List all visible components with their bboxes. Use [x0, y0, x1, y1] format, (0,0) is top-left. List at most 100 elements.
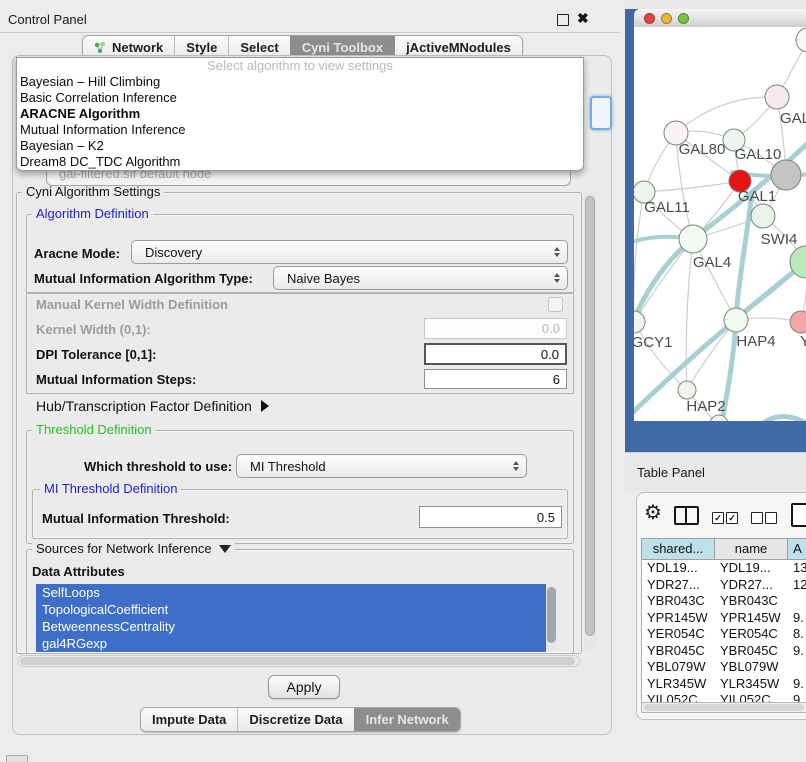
- algorithm-option-bayesian-hill-climbing[interactable]: Bayesian – Hill Climbing: [17, 74, 583, 90]
- node-label-gal10: GAL10: [735, 146, 782, 163]
- cell-name: YLR345W: [715, 676, 788, 693]
- cell-name: YBL079W: [715, 659, 788, 676]
- tab-infer-network[interactable]: Infer Network: [354, 708, 460, 731]
- table-row[interactable]: YLR345WYLR345W9.: [642, 676, 806, 693]
- float-icon[interactable]: [557, 14, 569, 26]
- select-columns-icon[interactable]: ✓: [726, 512, 738, 524]
- tab-label: Cyni Toolbox: [302, 40, 383, 55]
- tab-impute-data[interactable]: Impute Data: [141, 708, 237, 731]
- tab-label: jActiveMNodules: [406, 40, 511, 55]
- attribute-item-topologicalcoefficient[interactable]: TopologicalCoefficient: [36, 601, 546, 618]
- minimize-traffic-icon[interactable]: [661, 13, 672, 24]
- desktop-strip: [625, 0, 806, 9]
- column-header-shared[interactable]: shared...: [642, 539, 715, 559]
- node-salmon[interactable]: [790, 311, 806, 333]
- which-threshold-value: MI Threshold: [250, 459, 326, 474]
- aracne-mode-select[interactable]: Discovery: [131, 240, 568, 264]
- cell-value: [788, 593, 806, 610]
- cell-shared: YDR27...: [642, 577, 715, 594]
- network-window-titlebar[interactable]: [634, 9, 806, 28]
- node-green-mid[interactable]: [751, 204, 775, 228]
- node-label-hap2: HAP2: [686, 398, 725, 415]
- table-row[interactable]: YDR27...YDR27...12: [642, 577, 806, 594]
- dpi-tolerance-field[interactable]: 0.0: [424, 343, 567, 365]
- apply-button-label: Apply: [286, 679, 321, 695]
- algorithm-dropdown[interactable]: Select algorithm to view settings Bayesi…: [16, 57, 584, 171]
- settings-horizontal-scrollbar[interactable]: [17, 655, 580, 667]
- cell-name: YBR043C: [715, 593, 788, 610]
- select-columns-icon[interactable]: ✓: [712, 512, 724, 524]
- cell-name: YIL052C: [715, 692, 788, 702]
- algorithm-option-aracne-algorithm[interactable]: ARACNE Algorithm: [17, 106, 583, 122]
- network-canvas[interactable]: GALGAL80GAL10GAL1GAL11SWI4GAL4GCY1HAP4YH…: [634, 27, 806, 421]
- mi-steps-field[interactable]: 6: [424, 369, 567, 389]
- table-row[interactable]: YPR145WYPR145W9.: [642, 610, 806, 627]
- sources-group-title[interactable]: Sources for Network Inference: [32, 542, 235, 556]
- mi-threshold-field[interactable]: 0.5: [419, 506, 562, 528]
- node-pink-upper[interactable]: [765, 85, 789, 109]
- node-top-partial[interactable]: [796, 28, 806, 52]
- settings-vertical-scrollbar-thumb[interactable]: [585, 196, 595, 636]
- close-traffic-icon[interactable]: [644, 13, 655, 24]
- node-gcy1[interactable]: [634, 311, 645, 333]
- algorithm-option-bayesian-k2[interactable]: Bayesian – K2: [17, 138, 583, 154]
- settings-vertical-scrollbar[interactable]: [584, 193, 596, 652]
- hub-section-toggle[interactable]: Hub/Transcription Factor Definition: [36, 398, 269, 414]
- cell-value: 13: [788, 560, 806, 577]
- tab-discretize-data[interactable]: Discretize Data: [237, 708, 353, 731]
- collapsed-panel-fragment[interactable]: [6, 755, 28, 762]
- algorithm-option-dream8-dc-tdc-algorithm[interactable]: Dream8 DC_TDC Algorithm: [17, 154, 583, 170]
- table-header: shared...nameA: [641, 538, 806, 560]
- node-label-gal80: GAL80: [679, 141, 726, 158]
- node-hap2[interactable]: [678, 381, 696, 399]
- column-header-a[interactable]: A: [788, 539, 806, 559]
- zoom-traffic-icon[interactable]: [678, 13, 689, 24]
- attribute-item-gal4rgexp[interactable]: gal4RGexp: [36, 635, 546, 652]
- column-header-name[interactable]: name: [715, 539, 788, 559]
- tab-label: Network: [112, 40, 163, 55]
- close-icon[interactable]: ✖: [577, 10, 589, 27]
- dpi-tolerance-value: 0.0: [541, 347, 559, 362]
- form-icon[interactable]: [791, 503, 806, 527]
- apply-button[interactable]: Apply: [268, 675, 340, 699]
- cell-value: 12: [788, 577, 806, 594]
- deselect-columns-icon[interactable]: [765, 512, 777, 524]
- data-attributes-list[interactable]: SelfLoopsTopologicalCoefficientBetweenne…: [36, 584, 546, 652]
- network-edge: [634, 322, 687, 390]
- table-row[interactable]: YIL052CYIL052C9: [642, 692, 806, 702]
- network-edge-highlighted: [758, 417, 806, 421]
- node-gal4[interactable]: [679, 225, 707, 253]
- algorithm-option-basic-correlation-inference[interactable]: Basic Correlation Inference: [17, 90, 583, 106]
- table-row[interactable]: YDL19...YDL19...13: [642, 560, 806, 577]
- which-threshold-select[interactable]: MI Threshold: [236, 454, 527, 478]
- cell-shared: YIL052C: [642, 692, 715, 702]
- app-root: Control Panel ✖ NetworkStyleSelectCyni T…: [0, 0, 806, 762]
- table-row[interactable]: YBR043CYBR043C: [642, 593, 806, 610]
- settings-horizontal-scrollbar-thumb[interactable]: [20, 657, 575, 665]
- mi-type-select[interactable]: Naive Bayes: [273, 266, 568, 290]
- manual-kernel-checkbox: [548, 297, 563, 312]
- table-horizontal-scrollbar-thumb[interactable]: [644, 704, 804, 711]
- spinner-icon: [554, 247, 560, 257]
- node-gray[interactable]: [771, 160, 801, 190]
- attributes-scrollbar-thumb[interactable]: [547, 587, 556, 643]
- split-column-icon[interactable]: [674, 506, 699, 525]
- table-row[interactable]: YBR045CYBR045C9.: [642, 643, 806, 660]
- attributes-scrollbar[interactable]: [546, 585, 557, 651]
- spinner-icon: [554, 273, 560, 283]
- algorithm-option-mutual-information-inference[interactable]: Mutual Information Inference: [17, 122, 583, 138]
- table-horizontal-scrollbar[interactable]: [641, 702, 806, 713]
- table-row[interactable]: YBL079WYBL079W: [642, 659, 806, 676]
- gear-icon[interactable]: ⚙: [644, 503, 662, 523]
- cell-value: 9: [788, 692, 806, 702]
- cell-shared: YLR345W: [642, 676, 715, 693]
- attribute-item-selfloops[interactable]: SelfLoops: [36, 584, 546, 601]
- deselect-columns-icon[interactable]: [751, 512, 763, 524]
- data-attributes-label: Data Attributes: [32, 564, 125, 579]
- node-label-gal1: GAL1: [738, 188, 776, 205]
- table-row[interactable]: YER054CYER054C8.: [642, 626, 806, 643]
- attribute-item-betweennesscentrality[interactable]: BetweennessCentrality: [36, 618, 546, 635]
- cell-name: YPR145W: [715, 610, 788, 627]
- node-hap4[interactable]: [724, 308, 748, 332]
- algorithm-dropdown-items: Bayesian – Hill ClimbingBasic Correlatio…: [17, 74, 583, 170]
